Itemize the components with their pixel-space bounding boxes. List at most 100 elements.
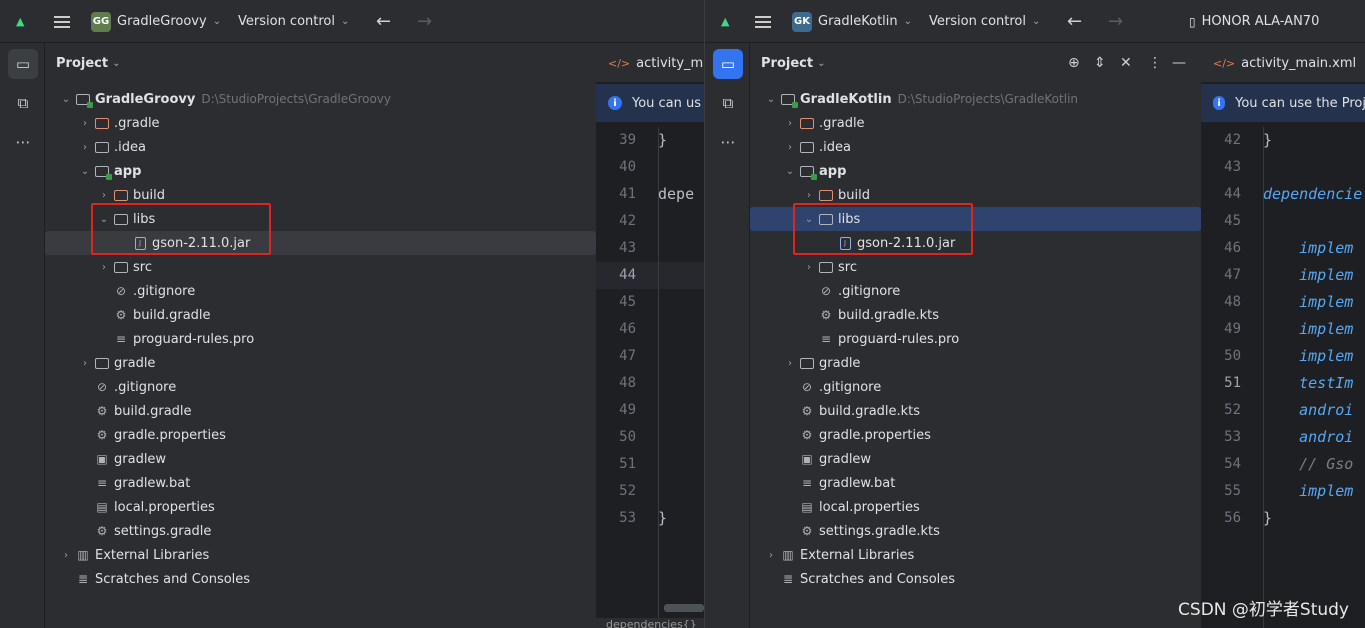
- tree-row[interactable]: ▤ local.properties: [45, 495, 596, 519]
- tree-row[interactable]: ⚙ build.gradle.kts: [750, 399, 1201, 423]
- tree-row[interactable]: ▤ local.properties: [750, 495, 1201, 519]
- tab-activity-main[interactable]: </> activity_main.xml: [1201, 43, 1356, 83]
- tree-row[interactable]: ≣ Scratches and Consoles: [45, 567, 596, 591]
- left-ide-window: ▲ GG GradleGroovy ⌄ Version control ⌄ ← …: [0, 0, 704, 628]
- tree-row[interactable]: ≣ Scratches and Consoles: [750, 567, 1201, 591]
- vcs-menu[interactable]: Version control ⌄: [238, 0, 349, 43]
- more-tools-button[interactable]: ⋯: [713, 127, 743, 157]
- tree-row[interactable]: ≡ gradlew.bat: [45, 471, 596, 495]
- tree-row[interactable]: ⚙ settings.gradle.kts: [750, 519, 1201, 543]
- locate-icon[interactable]: ⊕: [1068, 53, 1080, 73]
- tree-row[interactable]: ⌄ app: [750, 159, 1201, 183]
- collapse-arrow-icon[interactable]: ›: [97, 262, 111, 273]
- tree-row[interactable]: › src: [750, 255, 1201, 279]
- tree-row[interactable]: › src: [45, 255, 596, 279]
- editor-tabs: </> activity_main.xml: [1201, 43, 1365, 83]
- tree-item-label: External Libraries: [800, 547, 915, 563]
- options-icon[interactable]: ⋮: [1148, 53, 1162, 73]
- collapse-arrow-icon[interactable]: ›: [78, 142, 92, 153]
- tree-row[interactable]: › gradle: [45, 351, 596, 375]
- tree-row[interactable]: ⊘ .gitignore: [45, 279, 596, 303]
- horizontal-scrollbar[interactable]: [664, 604, 704, 612]
- tool-window-strip: ▭ ⧉ ⋯: [705, 43, 750, 628]
- tool-window-strip: ▭ ⧉ ⋯: [0, 43, 45, 628]
- forward-arrow-icon[interactable]: →: [1108, 0, 1123, 43]
- tree-row[interactable]: › .gradle: [45, 111, 596, 135]
- expand-arrow-icon[interactable]: ⌄: [764, 94, 778, 105]
- back-arrow-icon[interactable]: ←: [376, 0, 391, 43]
- collapse-arrow-icon[interactable]: ›: [783, 358, 797, 369]
- tree-row[interactable]: ≡ gradlew.bat: [750, 471, 1201, 495]
- collapse-arrow-icon[interactable]: ›: [764, 550, 778, 561]
- tree-row[interactable]: › ▥ External Libraries: [45, 543, 596, 567]
- main-menu-button[interactable]: [755, 0, 771, 43]
- collapse-arrow-icon[interactable]: ›: [59, 550, 73, 561]
- line-number: 48: [619, 375, 636, 391]
- project-switcher[interactable]: GG GradleGroovy ⌄: [91, 0, 221, 43]
- tree-row[interactable]: ≡ proguard-rules.pro: [750, 327, 1201, 351]
- tree-row[interactable]: ⚙ gradle.properties: [45, 423, 596, 447]
- expand-arrow-icon[interactable]: ⌄: [59, 94, 73, 105]
- tree-row[interactable]: ⊘ .gitignore: [750, 279, 1201, 303]
- more-tools-button[interactable]: ⋯: [8, 127, 38, 157]
- tree-row[interactable]: ⊘ .gitignore: [750, 375, 1201, 399]
- highlight-box: [793, 203, 973, 255]
- project-switcher[interactable]: GK GradleKotlin ⌄: [792, 0, 912, 43]
- hamburger-icon: [755, 15, 771, 28]
- forward-arrow-icon[interactable]: →: [417, 0, 432, 43]
- expand-all-icon[interactable]: ⇕: [1094, 53, 1106, 73]
- device-selector[interactable]: ▯ HONOR ALA-AN70: [1189, 0, 1319, 43]
- tree-item-label: .gitignore: [838, 283, 901, 299]
- tree-row[interactable]: ⚙ gradle.properties: [750, 423, 1201, 447]
- tree-row[interactable]: ≡ proguard-rules.pro: [45, 327, 596, 351]
- collapse-arrow-icon[interactable]: ›: [78, 118, 92, 129]
- tree-row[interactable]: ⚙ settings.gradle: [45, 519, 596, 543]
- tree-row[interactable]: › .idea: [45, 135, 596, 159]
- tree-row[interactable]: ⚙ build.gradle: [45, 303, 596, 327]
- hide-icon[interactable]: —: [1172, 53, 1186, 73]
- tree-row[interactable]: › gradle: [750, 351, 1201, 375]
- tree-row[interactable]: ▣ gradlew: [45, 447, 596, 471]
- vcs-menu[interactable]: Version control ⌄: [929, 0, 1040, 43]
- collapse-arrow-icon[interactable]: ›: [802, 190, 816, 201]
- highlight-box: [91, 203, 271, 255]
- panel-header[interactable]: Project ⌄: [750, 43, 1201, 83]
- tree-row[interactable]: ⚙ build.gradle: [45, 399, 596, 423]
- collapse-arrow-icon[interactable]: ›: [783, 118, 797, 129]
- title-bar: ▲ GG GradleGroovy ⌄ Version control ⌄ ← …: [0, 0, 704, 43]
- code-view[interactable]: } dependencie implem implem implem implem…: [1263, 127, 1365, 628]
- tree-row[interactable]: ⌄ GradleKotlin D:\StudioProjects\GradleKot…: [750, 87, 1201, 111]
- main-menu-button[interactable]: [54, 0, 70, 43]
- line-number: 42: [1224, 132, 1241, 148]
- tree-row[interactable]: ⌄ app: [45, 159, 596, 183]
- tree-row[interactable]: ⚙ build.gradle.kts: [750, 303, 1201, 327]
- android-icon[interactable]: ▲: [721, 0, 729, 43]
- line-number: 49: [1224, 321, 1241, 337]
- collapse-arrow-icon[interactable]: ›: [97, 190, 111, 201]
- project-tool-button[interactable]: ▭: [713, 49, 743, 79]
- tree-row[interactable]: ⊘ .gitignore: [45, 375, 596, 399]
- back-arrow-icon[interactable]: ←: [1067, 0, 1082, 43]
- title-bar: ▲ GK GradleKotlin ⌄ Version control ⌄ ← …: [705, 0, 1365, 43]
- expand-arrow-icon[interactable]: ⌄: [783, 166, 797, 177]
- resource-manager-button[interactable]: ⧉: [713, 88, 743, 118]
- tab-activity-main[interactable]: </> activity_main: [596, 43, 704, 83]
- expand-arrow-icon[interactable]: ⌄: [78, 166, 92, 177]
- panel-header[interactable]: Project ⌄: [45, 43, 596, 83]
- collapse-arrow-icon[interactable]: ›: [783, 142, 797, 153]
- collapse-arrow-icon[interactable]: ›: [78, 358, 92, 369]
- tree-row[interactable]: ▣ gradlew: [750, 447, 1201, 471]
- collapse-arrow-icon[interactable]: ›: [802, 262, 816, 273]
- vcs-menu-label: Version control: [238, 14, 335, 29]
- code-view[interactable]: } depe}: [658, 127, 704, 628]
- tree-row[interactable]: ⌄ GradleGroovy D:\StudioProjects\GradleGro…: [45, 87, 596, 111]
- tree-item-label: build.gradle.kts: [819, 403, 921, 419]
- android-icon[interactable]: ▲: [16, 0, 24, 43]
- tree-row[interactable]: › .idea: [750, 135, 1201, 159]
- collapse-all-icon[interactable]: ✕: [1120, 53, 1132, 73]
- tree-row[interactable]: › .gradle: [750, 111, 1201, 135]
- project-tool-button[interactable]: ▭: [8, 49, 38, 79]
- tree-row[interactable]: › ▥ External Libraries: [750, 543, 1201, 567]
- code-line: androi: [1263, 428, 1354, 446]
- resource-manager-button[interactable]: ⧉: [8, 88, 38, 118]
